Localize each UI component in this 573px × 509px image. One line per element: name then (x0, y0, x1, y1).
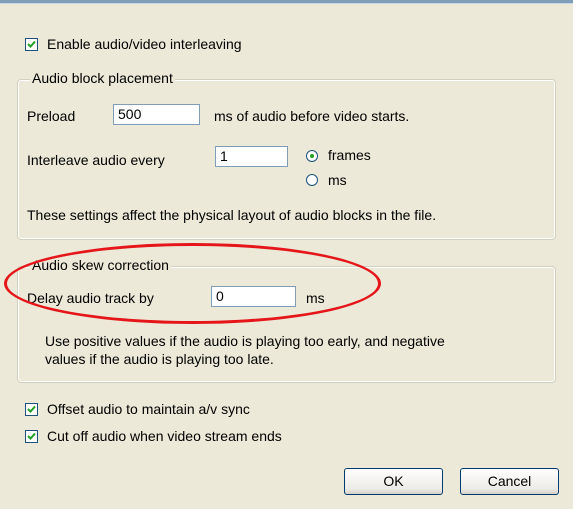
ms-radio-label: ms (328, 172, 347, 188)
offset-audio-label: Offset audio to maintain a/v sync (47, 401, 250, 417)
ok-button[interactable]: OK (344, 468, 443, 495)
enable-interleave-label: Enable audio/video interleaving (47, 36, 242, 52)
radio-selected-dot (310, 154, 314, 158)
checkmark-icon (27, 405, 36, 413)
interleave-input[interactable]: 1 (215, 146, 288, 167)
skew-help-line1: Use positive values if the audio is play… (45, 333, 445, 349)
ms-radio[interactable] (306, 174, 318, 186)
preload-input[interactable]: 500 (113, 104, 200, 125)
cutoff-audio-checkbox[interactable] (25, 430, 38, 443)
offset-audio-checkbox[interactable] (25, 403, 38, 416)
checkmark-icon (27, 432, 36, 440)
frames-radio-label: frames (328, 147, 371, 163)
skew-help-line2: values if the audio is playing too late. (45, 351, 274, 367)
delay-unit: ms (306, 290, 325, 306)
preload-suffix: ms of audio before video starts. (214, 108, 410, 124)
delay-input[interactable]: 0 (211, 286, 296, 307)
preload-label: Preload (27, 108, 76, 124)
frames-radio[interactable] (306, 150, 318, 162)
interleave-label: Interleave audio every (27, 152, 165, 168)
audio-skew-correction-legend: Audio skew correction (30, 257, 171, 273)
checkmark-icon (27, 40, 36, 48)
cancel-button[interactable]: Cancel (460, 468, 559, 495)
cutoff-audio-label: Cut off audio when video stream ends (47, 428, 282, 444)
enable-interleave-checkbox[interactable] (25, 38, 38, 51)
top-border-highlight (0, 3, 573, 4)
audio-block-placement-legend: Audio block placement (30, 70, 175, 86)
delay-label: Delay audio track by (27, 290, 154, 306)
placement-note: These settings affect the physical layou… (27, 207, 437, 223)
